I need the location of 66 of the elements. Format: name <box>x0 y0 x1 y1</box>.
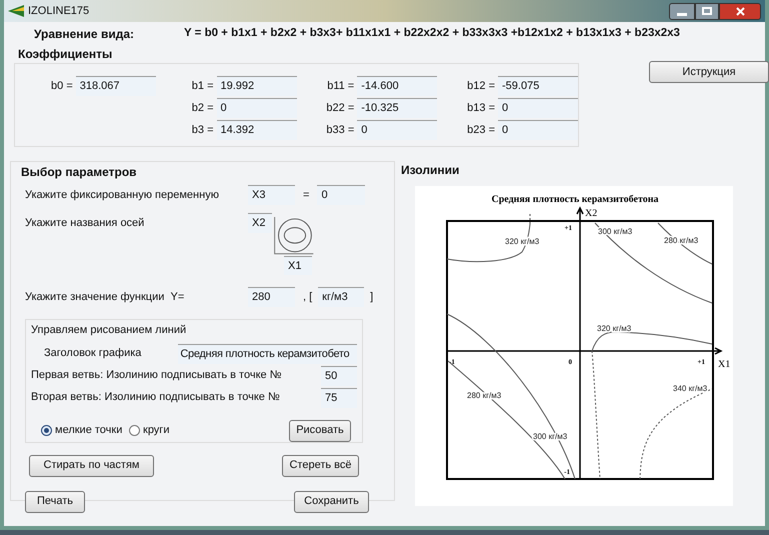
field-label: Заголовок графика <box>44 346 142 362</box>
field-label: Укажите фиксированную переменную <box>25 188 220 203</box>
erase-parts-button[interactable]: Стирать по частям <box>29 454 154 476</box>
unit-bracket: ] <box>370 290 374 305</box>
axes-circle-icon[interactable] <box>272 217 314 256</box>
radio-label: круги <box>143 423 170 438</box>
coefficient-field[interactable]: 0 <box>357 120 438 140</box>
coefficient-label: b2 = <box>192 100 214 116</box>
input-field[interactable]: X3 <box>248 185 295 205</box>
coefficient-field[interactable]: 19.992 <box>216 76 296 96</box>
section-title: Изолинии <box>401 162 460 179</box>
field-label: Первая ветвь: Изолинию подписывать в точке № <box>31 368 282 384</box>
erase-all-button[interactable]: Стереть всё <box>282 454 359 476</box>
print-button[interactable]: Печать <box>25 490 85 512</box>
axis-label: X2 <box>585 208 598 219</box>
radio-button[interactable] <box>41 425 52 436</box>
input-field[interactable]: кг/м3 <box>318 287 364 307</box>
input-field[interactable]: X2 <box>248 213 272 233</box>
equation-formula: Y = b0 + b1x1 + b2x2 + b3x3+ b11x1x1 + b22x2x2 + b33x3x3 +b12x1x2 + b13x1x3 + b23x2x3 <box>184 26 680 42</box>
section-title: Коэффициенты <box>18 46 112 63</box>
coefficient-field[interactable]: 0 <box>498 98 578 118</box>
coefficient-field[interactable]: 14.392 <box>216 120 296 140</box>
coefficient-label: b22 = <box>326 100 354 116</box>
input-field[interactable]: X1 <box>284 256 312 275</box>
coefficient-label: b12 = <box>467 78 495 94</box>
coefficient-field[interactable]: 0 <box>498 120 578 140</box>
input-field[interactable]: 50 <box>321 366 357 386</box>
input-field[interactable]: 0 <box>317 185 366 205</box>
section-title: Выбор параметров <box>21 164 138 181</box>
equals-sign: = <box>303 188 310 203</box>
input-field[interactable]: 75 <box>321 388 357 408</box>
coefficient-label: b1 = <box>192 78 214 94</box>
coefficient-label: b13 = <box>467 100 495 116</box>
coefficient-label: b0 = <box>51 78 73 94</box>
radio-label: мелкие точки <box>55 423 122 438</box>
maximize-icon[interactable] <box>695 2 719 20</box>
chart-title: Средняя плотность керамзитобетона <box>491 194 659 205</box>
input-field[interactable]: Средняя плотность керамзитобето <box>178 344 357 364</box>
group-title: Управляем рисованием линий <box>31 323 188 338</box>
coefficient-field[interactable]: -59.075 <box>498 76 578 96</box>
save-button[interactable]: Сохранить <box>294 490 369 512</box>
field-label: Укажите значение функции Y= <box>25 290 186 305</box>
instruction-button[interactable]: Иструкция <box>649 61 769 84</box>
field-label: Вторая ветвь: Изолинию подписывать в точке № <box>31 390 281 406</box>
coefficient-label: b33 = <box>326 122 354 138</box>
isoline-label: 280 кг/м3 <box>664 236 698 245</box>
draw-button[interactable]: Рисовать <box>289 420 351 442</box>
coefficient-field[interactable]: 0 <box>216 98 296 118</box>
coefficient-label: b23 = <box>467 122 495 138</box>
coefficient-label: b11 = <box>327 78 354 94</box>
isoline-label: 340 кг/м3 <box>673 384 708 393</box>
field-label: Укажите названия осей <box>25 216 146 231</box>
window-title: IZOLINE175 <box>28 4 90 19</box>
coefficient-field[interactable]: -14.600 <box>357 76 438 96</box>
close-icon[interactable] <box>719 2 761 20</box>
coefficient-field[interactable]: -10.325 <box>357 98 438 118</box>
app-icon <box>8 5 24 17</box>
equation-label: Уравнение вида: <box>34 26 135 43</box>
axis-label: X1 <box>718 359 730 370</box>
minimize-icon[interactable] <box>669 2 695 20</box>
unit-bracket: , [ <box>303 290 312 305</box>
radio-button[interactable] <box>129 425 140 436</box>
coefficient-field[interactable]: 318.067 <box>76 76 156 96</box>
isoline-label: 320 кг/м3 <box>597 324 632 333</box>
input-field[interactable]: 280 <box>248 287 295 307</box>
coefficient-label: b3 = <box>192 122 214 138</box>
